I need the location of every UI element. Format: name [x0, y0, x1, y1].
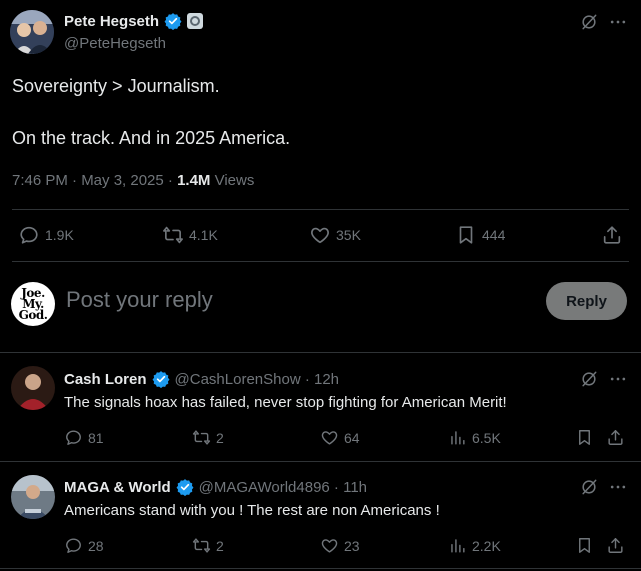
reply-count: 1.9K	[45, 227, 74, 243]
reply-author-handle[interactable]: @CashLorenShow · 12h	[175, 371, 340, 388]
divider	[0, 352, 641, 353]
verified-badge-icon	[152, 371, 169, 388]
divider	[12, 209, 629, 210]
divider	[0, 461, 641, 462]
views-action[interactable]: 6.5K	[448, 428, 501, 447]
share-action[interactable]	[601, 224, 623, 246]
repost-icon	[163, 226, 183, 244]
share-action[interactable]	[606, 536, 625, 555]
share-icon	[608, 538, 623, 553]
grok-icon[interactable]	[579, 369, 599, 389]
verified-badge-icon	[164, 13, 182, 30]
tweet-text-line-1: Sovereignty > Journalism.	[12, 76, 220, 96]
repost-action[interactable]: 2	[192, 536, 224, 555]
bookmark-icon	[459, 226, 473, 244]
bookmark-icon	[579, 430, 590, 445]
repost-action[interactable]: 2	[192, 428, 224, 447]
government-seal-icon	[187, 13, 204, 29]
views-count: 2.2K	[472, 537, 501, 554]
bookmark-icon	[579, 538, 590, 553]
analytics-icon	[451, 539, 465, 553]
reply-icon	[66, 430, 81, 445]
reply-author-name[interactable]: MAGA & World	[64, 479, 171, 496]
reply-icon	[20, 226, 38, 244]
share-icon	[608, 430, 623, 445]
tweet-text-line-2: On the track. And in 2025 America.	[12, 128, 291, 148]
reply-action[interactable]: 81	[64, 428, 104, 447]
verified-badge-icon	[176, 479, 194, 496]
share-action[interactable]	[606, 428, 625, 447]
heart-icon	[311, 227, 329, 244]
divider	[12, 261, 629, 262]
reply-text: The signals hoax has failed, never stop …	[64, 394, 507, 411]
views-label: Views	[210, 172, 255, 189]
reply-input[interactable]: Post your reply	[66, 287, 213, 313]
repost-icon	[192, 538, 211, 553]
tweet-timestamp[interactable]: 7:46 PM · May 3, 2025 · 1.4M Views	[12, 172, 254, 189]
repost-icon	[192, 430, 211, 445]
grok-icon[interactable]	[579, 477, 599, 497]
author-avatar[interactable]	[10, 10, 54, 54]
heart-icon	[321, 431, 338, 445]
author-handle[interactable]: @PeteHegseth	[64, 35, 166, 52]
bookmark-count: 444	[482, 227, 506, 243]
heart-icon	[321, 539, 338, 553]
more-options-icon[interactable]	[608, 369, 628, 389]
repost-count: 2	[216, 429, 224, 446]
reply-text: Americans stand with you ! The rest are …	[64, 502, 440, 519]
reply-count: 28	[88, 537, 104, 554]
more-options-icon[interactable]	[608, 12, 628, 32]
user-avatar[interactable]: Joe. My. God.	[11, 282, 55, 326]
like-action[interactable]: 64	[320, 428, 360, 447]
analytics-icon	[451, 431, 465, 445]
grok-icon[interactable]	[579, 12, 599, 32]
tweet-time[interactable]: 7:46 PM · May 3, 2025 ·	[12, 172, 177, 189]
like-action[interactable]: 23	[320, 536, 360, 555]
like-count: 64	[344, 429, 360, 446]
views-action[interactable]: 2.2K	[448, 536, 501, 555]
like-count: 35K	[336, 227, 361, 243]
reply-action[interactable]: 1.9K	[18, 224, 74, 246]
avatar-logo-line-3: God.	[18, 307, 48, 322]
view-count: 1.4M	[177, 172, 211, 189]
reply-author-handle[interactable]: @MAGAWorld4896 · 11h	[199, 479, 367, 496]
reply-icon	[66, 538, 81, 553]
more-options-icon[interactable]	[608, 477, 628, 497]
reply-count: 81	[88, 429, 104, 446]
like-action[interactable]: 35K	[309, 224, 361, 246]
reply-action[interactable]: 28	[64, 536, 104, 555]
bookmark-action[interactable]: 444	[455, 224, 505, 246]
share-icon	[603, 226, 621, 244]
bookmark-action[interactable]	[575, 536, 594, 555]
reply-button[interactable]: Reply	[546, 282, 627, 320]
like-count: 23	[344, 537, 360, 554]
repost-action[interactable]: 4.1K	[162, 224, 218, 246]
views-count: 6.5K	[472, 429, 501, 446]
reply-avatar[interactable]	[11, 475, 55, 519]
repost-count: 4.1K	[189, 227, 218, 243]
reply-author-name[interactable]: Cash Loren	[64, 371, 147, 388]
divider	[0, 568, 641, 569]
repost-count: 2	[216, 537, 224, 554]
author-name[interactable]: Pete Hegseth	[64, 13, 159, 30]
reply-avatar[interactable]	[11, 366, 55, 410]
bookmark-action[interactable]	[575, 428, 594, 447]
